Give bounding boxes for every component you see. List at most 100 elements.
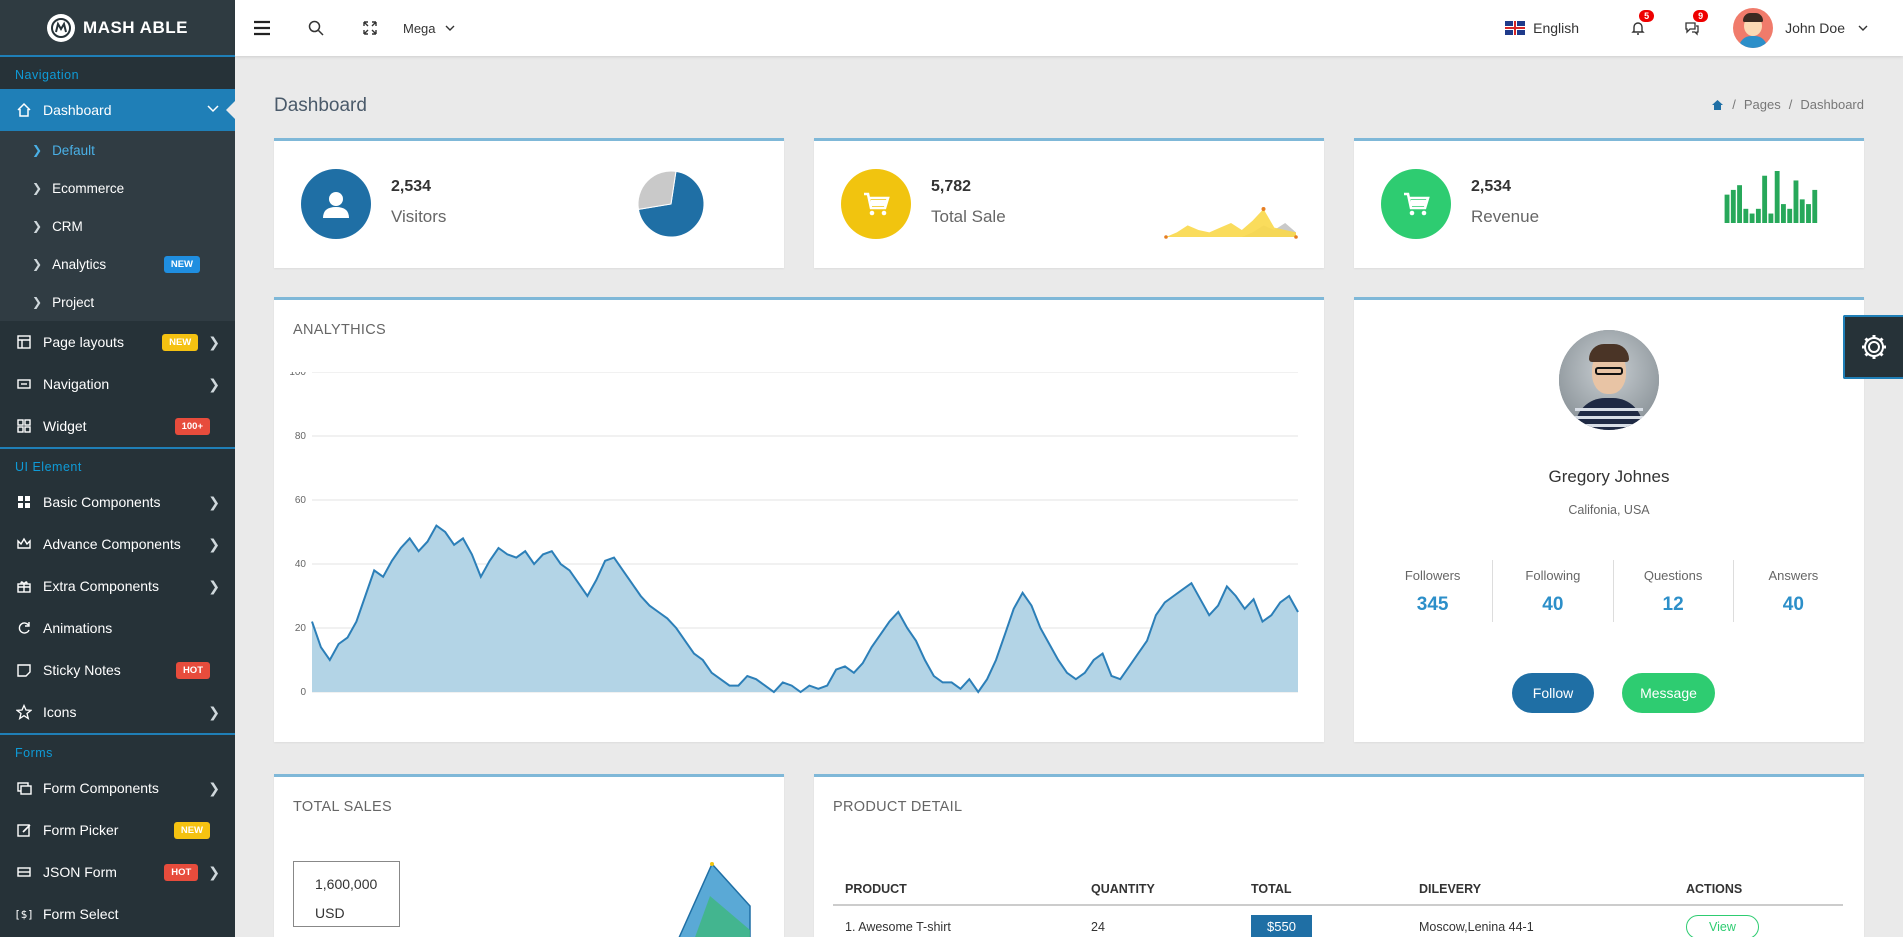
chevron-right-icon: ❯ bbox=[208, 493, 220, 510]
analytics-area-chart: 0 20 40 60 80 100 bbox=[289, 372, 1299, 698]
stat-value: 2,534 bbox=[391, 178, 432, 195]
sidebar-item-label: JSON Form bbox=[43, 864, 117, 880]
brand-logo[interactable]: MASH ABLE bbox=[0, 0, 235, 55]
user-menu[interactable]: John Doe bbox=[1733, 8, 1869, 48]
menu-toggle-button[interactable] bbox=[235, 0, 289, 56]
hamburger-icon bbox=[254, 20, 270, 36]
nav-caption-navigation: Navigation bbox=[0, 55, 235, 89]
sparkline-point bbox=[1294, 235, 1298, 239]
follow-button[interactable]: Follow bbox=[1512, 673, 1594, 713]
fullscreen-button[interactable] bbox=[343, 0, 397, 56]
chevron-right-icon: ❯ bbox=[208, 577, 220, 594]
sales-amount: 1,600,000 bbox=[315, 876, 378, 892]
sales-sparkline bbox=[1164, 207, 1298, 239]
submenu-item-analytics[interactable]: ❯ Analytics NEW bbox=[0, 245, 235, 283]
stat-value: 2,534 bbox=[1471, 178, 1512, 195]
sidebar-item-form-select[interactable]: [$] Form Select bbox=[0, 893, 235, 935]
chevron-right-icon: ❯ bbox=[208, 375, 220, 392]
submenu-item-default[interactable]: ❯ Default bbox=[0, 131, 235, 169]
sidebar-item-dashboard[interactable]: Dashboard bbox=[0, 89, 235, 131]
submenu-item-crm[interactable]: ❯ CRM bbox=[0, 207, 235, 245]
breadcrumb: / Pages / Dashboard bbox=[1711, 97, 1864, 112]
chevron-right-icon: ❯ bbox=[208, 535, 220, 552]
home-icon[interactable] bbox=[1711, 99, 1724, 111]
form-icon bbox=[15, 779, 33, 797]
sidebar-item-icons[interactable]: Icons ❯ bbox=[0, 691, 235, 733]
sidebar-item-label: Form Select bbox=[43, 906, 119, 922]
chevron-down-icon bbox=[1858, 25, 1868, 31]
sidebar-item-label: Extra Components bbox=[43, 578, 159, 594]
sidebar-item-basic-components[interactable]: Basic Components ❯ bbox=[0, 481, 235, 523]
view-button[interactable]: View bbox=[1686, 915, 1759, 937]
top-header: Mega English 5 9 John Doe bbox=[235, 0, 1903, 56]
sidebar-item-label: Form Picker bbox=[43, 822, 119, 838]
y-tick-label: 40 bbox=[295, 559, 307, 570]
sidebar-item-navigation[interactable]: Navigation ❯ bbox=[0, 363, 235, 405]
revenue-bar bbox=[1806, 204, 1811, 223]
breadcrumb-pages[interactable]: Pages bbox=[1744, 97, 1781, 112]
stat-value: 345 bbox=[1416, 594, 1449, 615]
profile-card: Gregory Johnes Califonia, USA Followers 3… bbox=[1354, 297, 1864, 742]
new-badge: NEW bbox=[173, 821, 210, 839]
sidebar-item-page-layouts[interactable]: Page layouts NEW ❯ bbox=[0, 321, 235, 363]
y-tick-label: 0 bbox=[300, 687, 306, 698]
profile-stat-questions: Questions 12 bbox=[1614, 560, 1734, 622]
revenue-bar bbox=[1730, 189, 1736, 223]
navigation-icon bbox=[15, 375, 33, 393]
submenu-item-ecommerce[interactable]: ❯ Ecommerce bbox=[0, 169, 235, 207]
chevron-right-icon: ❯ bbox=[32, 143, 43, 157]
sidebar-item-advance-components[interactable]: Advance Components ❯ bbox=[0, 523, 235, 565]
brand-name: MASH ABLE bbox=[83, 17, 188, 37]
revenue-bar bbox=[1737, 185, 1742, 223]
search-button[interactable] bbox=[289, 0, 343, 56]
submenu-label: Default bbox=[52, 142, 95, 158]
uk-flag-icon bbox=[1505, 21, 1526, 35]
revenue-bar bbox=[1724, 194, 1730, 223]
cart-icon bbox=[1381, 169, 1451, 239]
revenue-bar bbox=[1774, 171, 1780, 223]
settings-button[interactable] bbox=[1843, 315, 1903, 379]
sidebar-item-label: Page layouts bbox=[43, 334, 124, 350]
chat-icon bbox=[1685, 22, 1699, 36]
language-selector[interactable]: English bbox=[1505, 20, 1579, 36]
sales-currency: USD bbox=[315, 905, 345, 921]
stat-label: Visitors bbox=[391, 207, 447, 226]
column-header: TOTAL bbox=[1239, 873, 1407, 906]
stat-value: 40 bbox=[1542, 594, 1564, 615]
mega-menu-dropdown[interactable]: Mega bbox=[403, 21, 456, 36]
sidebar-item-form-components[interactable]: Form Components ❯ bbox=[0, 767, 235, 809]
stat-card-revenue: 2,534 Revenue bbox=[1354, 138, 1864, 268]
submenu-item-project[interactable]: ❯ Project bbox=[0, 283, 235, 321]
widget-icon bbox=[15, 417, 33, 435]
sparkline-point bbox=[1164, 235, 1168, 239]
price-tag: $550 bbox=[1251, 915, 1312, 937]
json-icon bbox=[15, 863, 33, 881]
sidebar-item-sticky-notes[interactable]: Sticky Notes HOT bbox=[0, 649, 235, 691]
total-sales-card: TOTAL SALES 1,600,000 USD bbox=[274, 774, 784, 937]
revenue-bar bbox=[1768, 213, 1774, 223]
brand-mark-icon bbox=[47, 13, 76, 42]
message-button[interactable]: Message bbox=[1622, 673, 1715, 713]
stat-label: Questions bbox=[1643, 568, 1703, 583]
sidebar-item-json-form[interactable]: JSON Form HOT ❯ bbox=[0, 851, 235, 893]
stat-card-total-sale: 5,782 Total Sale bbox=[814, 138, 1324, 268]
profile-stat-answers: Answers 40 bbox=[1734, 560, 1853, 622]
analytics-card: ANALYTHICS 0 20 40 60 80 100 bbox=[274, 297, 1324, 742]
sidebar-item-extra-components[interactable]: Extra Components ❯ bbox=[0, 565, 235, 607]
sidebar-item-label: Widget bbox=[43, 418, 87, 434]
stat-value: 40 bbox=[1782, 594, 1804, 615]
product-table: PRODUCT QUANTITY TOTAL DILEVERY ACTIONS … bbox=[833, 873, 1843, 937]
revenue-bar bbox=[1799, 199, 1805, 223]
notification-button[interactable]: 5 bbox=[1611, 0, 1665, 56]
nav-caption-forms: Forms bbox=[0, 733, 235, 767]
stat-value: 5,782 bbox=[931, 178, 972, 195]
chat-button[interactable]: 9 bbox=[1665, 0, 1719, 56]
table-row: 1. Awesome T-shirt 24 $550 Moscow,Lenina… bbox=[833, 905, 1843, 937]
sidebar-item-form-picker[interactable]: Form Picker NEW bbox=[0, 809, 235, 851]
sidebar-item-widget[interactable]: Widget 100+ bbox=[0, 405, 235, 447]
header-right: English 5 9 John Doe bbox=[1505, 0, 1903, 56]
sidebar-item-label: Icons bbox=[43, 704, 77, 720]
revenue-bar bbox=[1749, 213, 1755, 223]
sidebar-item-animations[interactable]: Animations bbox=[0, 607, 235, 649]
revenue-bar bbox=[1793, 180, 1799, 223]
